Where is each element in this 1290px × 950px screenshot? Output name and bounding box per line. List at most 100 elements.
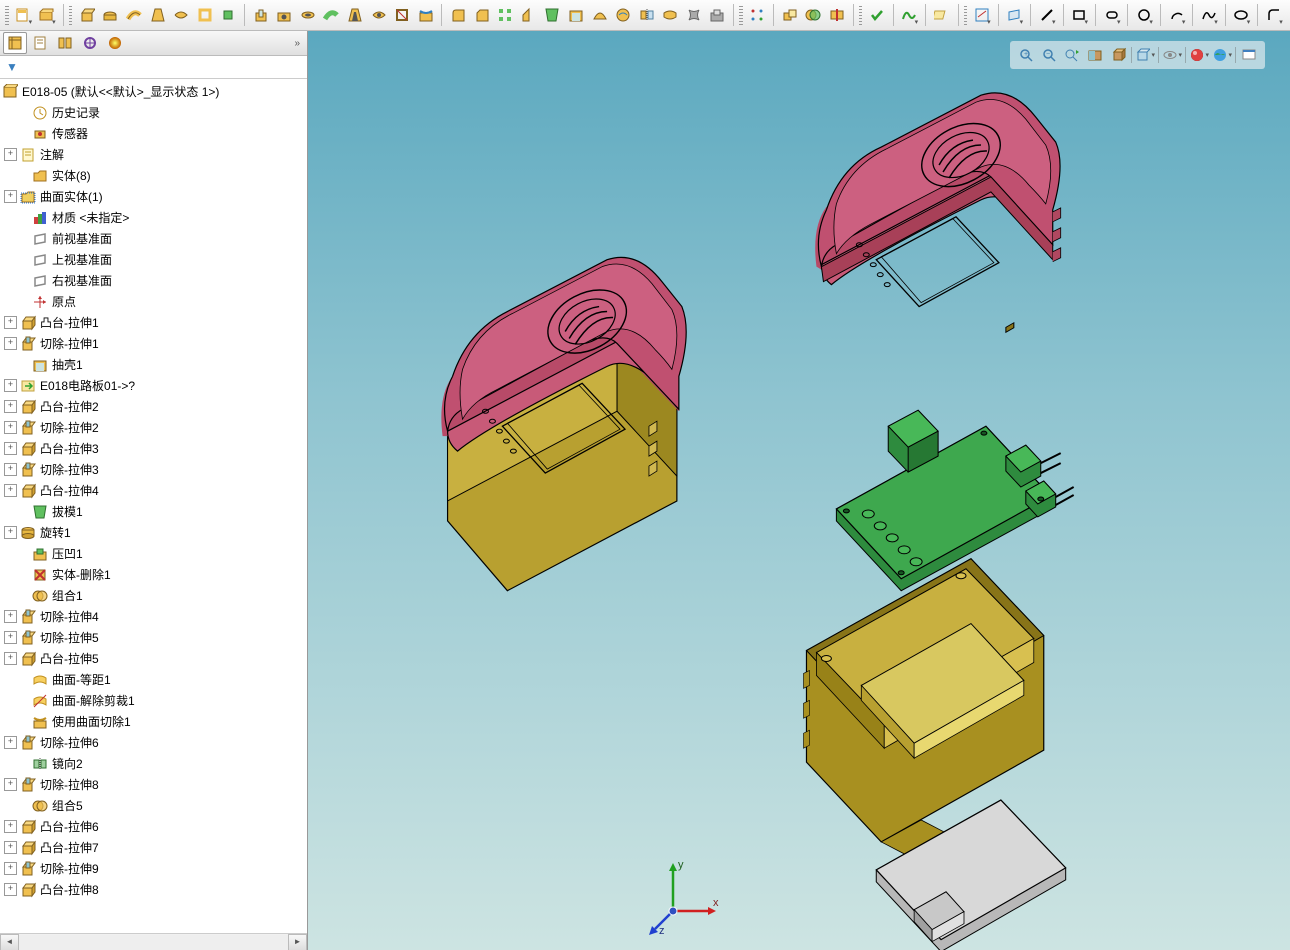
feature-tree-tab[interactable] <box>3 32 27 54</box>
tree-node[interactable]: +切除-拉伸9 <box>0 858 307 879</box>
tree-node[interactable]: +曲面实体(1) <box>0 186 307 207</box>
curve-button[interactable] <box>899 3 921 27</box>
expand-toggle[interactable]: + <box>4 316 17 329</box>
collapse-panel-button[interactable]: » <box>290 38 304 49</box>
linear-pattern-button[interactable] <box>747 3 769 27</box>
tree-node[interactable]: 实体(8) <box>0 165 307 186</box>
tree-node[interactable]: +切除-拉伸5 <box>0 627 307 648</box>
tree-node[interactable]: +切除-拉伸2 <box>0 417 307 438</box>
toolbar-grip[interactable] <box>69 5 73 25</box>
expand-toggle[interactable]: + <box>4 862 17 875</box>
property-tab[interactable] <box>28 32 52 54</box>
tree-node[interactable]: 传感器 <box>0 123 307 144</box>
mirror-button[interactable] <box>636 3 658 27</box>
config-tab[interactable] <box>53 32 77 54</box>
boundary-button[interactable] <box>170 3 192 27</box>
tree-node[interactable]: +凸台-拉伸8 <box>0 879 307 900</box>
tree-node[interactable]: +旋转1 <box>0 522 307 543</box>
tree-node[interactable]: +凸台-拉伸7 <box>0 837 307 858</box>
fillet-button[interactable] <box>447 3 469 27</box>
cut-surface-button[interactable] <box>415 3 437 27</box>
sketch-button[interactable] <box>971 3 993 27</box>
thicken-button[interactable] <box>194 3 216 27</box>
arc-button[interactable] <box>1166 3 1188 27</box>
expand-toggle[interactable]: + <box>4 379 17 392</box>
tree-node[interactable]: +凸台-拉伸6 <box>0 816 307 837</box>
tree-node[interactable]: 抽壳1 <box>0 354 307 375</box>
tree-node[interactable]: 原点 <box>0 291 307 312</box>
tree-node[interactable]: +凸台-拉伸5 <box>0 648 307 669</box>
expand-toggle[interactable]: + <box>4 883 17 896</box>
check-button[interactable] <box>866 3 888 27</box>
expand-toggle[interactable]: + <box>4 442 17 455</box>
tree-node[interactable]: 使用曲面切除1 <box>0 711 307 732</box>
toolbar-grip[interactable] <box>739 5 743 25</box>
extrude-boss-button[interactable] <box>76 3 98 27</box>
split-button[interactable] <box>826 3 848 27</box>
expand-toggle[interactable]: + <box>4 463 17 476</box>
tree-node[interactable]: 材质 <未指定> <box>0 207 307 228</box>
rib-button[interactable] <box>518 3 540 27</box>
deform-button[interactable] <box>683 3 705 27</box>
ellipse-button[interactable] <box>1231 3 1253 27</box>
shell-button[interactable] <box>565 3 587 27</box>
render-tab[interactable] <box>103 32 127 54</box>
tree-node[interactable]: 实体-删除1 <box>0 564 307 585</box>
dimxpert-tab[interactable] <box>78 32 102 54</box>
expand-toggle[interactable]: + <box>4 736 17 749</box>
chamfer-button[interactable] <box>471 3 493 27</box>
graphics-viewport[interactable]: + − <box>308 31 1290 950</box>
slot-button[interactable] <box>1101 3 1123 27</box>
toolbar-grip[interactable] <box>5 5 9 25</box>
draft-button[interactable] <box>542 3 564 27</box>
expand-toggle[interactable]: + <box>4 526 17 539</box>
loft-cut-button[interactable] <box>344 3 366 27</box>
expand-toggle[interactable]: + <box>4 337 17 350</box>
extrude-cut-button[interactable] <box>250 3 272 27</box>
pattern-button[interactable] <box>494 3 516 27</box>
tree-node[interactable]: 镜向2 <box>0 753 307 774</box>
tree-node[interactable]: +注解 <box>0 144 307 165</box>
tree-node[interactable]: +凸台-拉伸3 <box>0 438 307 459</box>
circle-button[interactable] <box>1133 3 1155 27</box>
expand-toggle[interactable]: + <box>4 631 17 644</box>
tree-node[interactable]: +凸台-拉伸4 <box>0 480 307 501</box>
tree-node[interactable]: 上视基准面 <box>0 249 307 270</box>
tree-node[interactable]: 历史记录 <box>0 102 307 123</box>
rect-button[interactable] <box>1068 3 1090 27</box>
sweep-cut-button[interactable] <box>321 3 343 27</box>
tree-node[interactable]: +切除-拉伸3 <box>0 459 307 480</box>
move-copy-button[interactable] <box>779 3 801 27</box>
new-doc-button[interactable] <box>13 3 35 27</box>
expand-toggle[interactable]: + <box>4 400 17 413</box>
tree-node[interactable]: 曲面-等距1 <box>0 669 307 690</box>
horizontal-scrollbar[interactable]: ◄ ► <box>0 933 307 950</box>
boundary-cut-button[interactable] <box>368 3 390 27</box>
revolve-cut-button[interactable] <box>297 3 319 27</box>
hole-wizard-button[interactable] <box>274 3 296 27</box>
orientation-triad[interactable]: x y z <box>643 856 723 936</box>
expand-toggle[interactable]: + <box>4 652 17 665</box>
tree-node[interactable]: +切除-拉伸4 <box>0 606 307 627</box>
expand-toggle[interactable]: + <box>4 610 17 623</box>
tree-node[interactable]: 右视基准面 <box>0 270 307 291</box>
expand-toggle[interactable]: + <box>4 421 17 434</box>
boss-tool-button[interactable] <box>218 3 240 27</box>
plane-button[interactable] <box>1004 3 1026 27</box>
expand-toggle[interactable]: + <box>4 190 17 203</box>
tree-node[interactable]: 压凹1 <box>0 543 307 564</box>
revolve-boss-button[interactable] <box>100 3 122 27</box>
expand-toggle[interactable]: + <box>4 148 17 161</box>
loft-button[interactable] <box>147 3 169 27</box>
tree-node[interactable]: +切除-拉伸1 <box>0 333 307 354</box>
expand-toggle[interactable]: + <box>4 778 17 791</box>
scroll-left-button[interactable]: ◄ <box>0 934 19 950</box>
toolbar-grip[interactable] <box>964 5 968 25</box>
expand-toggle[interactable]: + <box>4 484 17 497</box>
dome-button[interactable] <box>589 3 611 27</box>
tree-node[interactable]: +切除-拉伸8 <box>0 774 307 795</box>
line-button[interactable] <box>1036 3 1058 27</box>
combine-button[interactable] <box>803 3 825 27</box>
indent-button[interactable] <box>707 3 729 27</box>
spline-button[interactable] <box>1198 3 1220 27</box>
